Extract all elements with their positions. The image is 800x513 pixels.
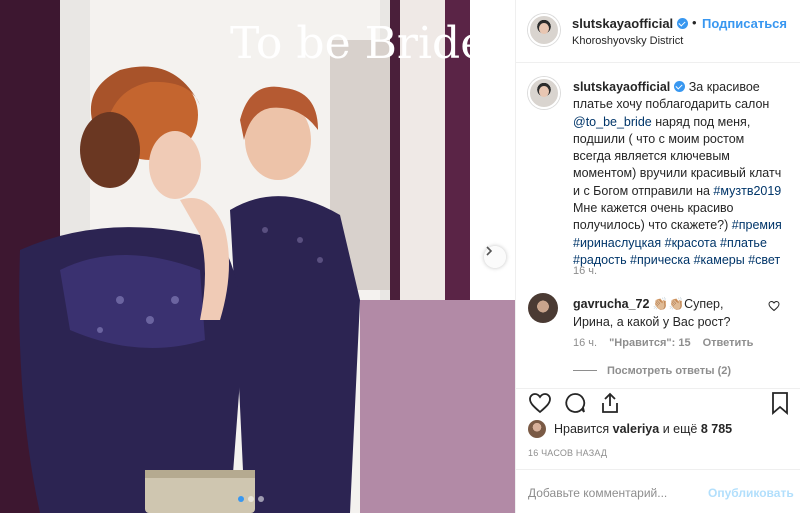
carousel-next-button[interactable] (484, 246, 506, 268)
comment-text: gavrucha_72 👏🏼👏🏼Супер, Ирина, а какой у … (573, 295, 753, 331)
caption-text: Мне кажется очень красиво получилось) чт… (573, 201, 734, 233)
carousel-dot (258, 496, 264, 502)
caption-avatar[interactable] (528, 77, 560, 109)
post-location[interactable]: Khoroshyovsky District (572, 35, 683, 47)
likes-summary[interactable]: Нравится valeriya и ещё 8 785 (528, 420, 732, 438)
replies-line (573, 370, 597, 371)
author-username[interactable]: slutskayaofficial (572, 16, 689, 31)
publish-button[interactable]: Опубликовать (708, 486, 794, 500)
post-header: slutskayaofficial • Подписаться Khoroshy… (516, 0, 800, 63)
comment-emoji: 👏🏼👏🏼 (652, 297, 685, 311)
share-icon[interactable] (598, 391, 622, 415)
comment-meta: 16 ч. "Нравится": 15 Ответить (573, 337, 753, 349)
chevron-right-icon (486, 246, 493, 256)
heart-icon[interactable] (528, 391, 552, 415)
photo-illustration: To be Bride (0, 0, 515, 513)
instagram-post: To be Bride slutskayaofficial • Подписат… (0, 0, 800, 513)
post-side-panel: slutskayaofficial • Подписаться Khoroshy… (515, 0, 800, 513)
comment-likes[interactable]: "Нравится": 15 (609, 337, 690, 349)
commenter-username[interactable]: gavrucha_72 (573, 297, 649, 311)
liker-avatar[interactable] (528, 420, 546, 438)
comments-area[interactable]: slutskayaofficial За красивое платье хоч… (516, 63, 800, 388)
reply-button[interactable]: Ответить (703, 337, 754, 349)
carousel-dots (238, 496, 264, 502)
caption-hashtag[interactable]: #музтв2019 (713, 184, 781, 198)
header-separator: • (692, 15, 697, 30)
post-timestamp[interactable]: 16 ЧАСОВ НАЗАД (528, 448, 607, 458)
likes-count[interactable]: 8 785 (701, 422, 732, 436)
mirror-sign-text: To be Bride (230, 18, 486, 69)
author-avatar[interactable] (528, 14, 560, 46)
heart-icon[interactable] (768, 300, 780, 312)
caption-mention[interactable]: @to_be_bride (573, 115, 652, 129)
comment-time[interactable]: 16 ч. (573, 337, 597, 349)
likes-text: Нравится valeriya и ещё 8 785 (554, 422, 733, 436)
bookmark-icon[interactable] (769, 391, 791, 415)
post-actions (516, 388, 800, 418)
liker-username[interactable]: valeriya (613, 422, 660, 436)
post-photo[interactable]: To be Bride (0, 0, 515, 513)
comment-icon[interactable] (563, 391, 587, 415)
caption-time[interactable]: 16 ч. (573, 265, 597, 277)
view-replies-button[interactable]: Посмотреть ответы (2) (573, 365, 731, 377)
caption-username[interactable]: slutskayaofficial (573, 80, 686, 94)
carousel-dot (238, 496, 244, 502)
commenter-avatar[interactable] (528, 293, 558, 323)
post-caption: slutskayaofficial За красивое платье хоч… (573, 79, 783, 269)
verified-icon (674, 81, 686, 92)
comment-input[interactable]: Добавьте комментарий... (528, 486, 667, 500)
add-comment-bar: Добавьте комментарий... Опубликовать (516, 469, 800, 513)
verified-icon (677, 18, 689, 29)
follow-button[interactable]: Подписаться (702, 16, 787, 31)
carousel-dot (248, 496, 254, 502)
